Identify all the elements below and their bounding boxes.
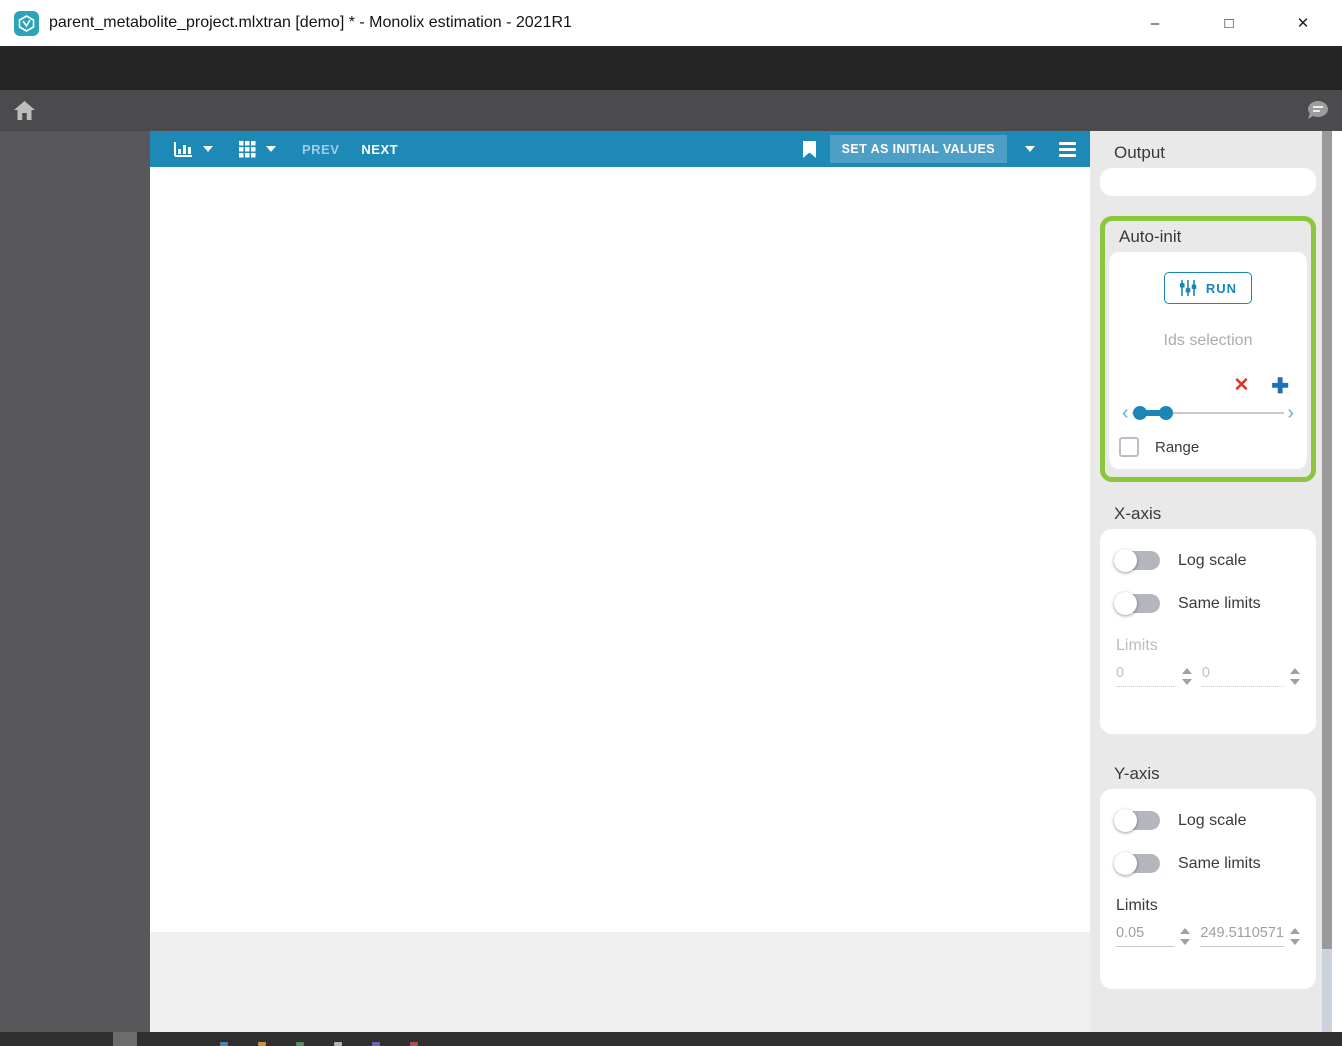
x-limit-min-input[interactable]: 0 <box>1116 665 1176 687</box>
menu-bar <box>0 46 1342 90</box>
chat-bubble-icon[interactable] <box>1304 100 1330 122</box>
home-tab[interactable] <box>0 90 48 131</box>
x-same-limits-toggle[interactable] <box>1114 592 1160 615</box>
id-range-slider[interactable]: ‹ › <box>1119 403 1297 423</box>
x-axis-section: X-axis Log scale Same limits Limits 0 0 <box>1100 504 1316 734</box>
x-limit-max-input[interactable]: 0 <box>1201 665 1284 687</box>
range-checkbox[interactable]: ✓ <box>1119 437 1139 457</box>
y-log-scale-toggle[interactable] <box>1114 809 1160 832</box>
vertical-scrollbar[interactable] <box>1322 131 1332 1032</box>
ids-selection-label: Ids selection <box>1163 332 1253 349</box>
y-same-limits-label: Same limits <box>1178 854 1261 872</box>
output-card <box>1100 168 1316 196</box>
prev-page-button[interactable]: PREV <box>302 142 339 157</box>
x-log-scale-toggle[interactable] <box>1114 549 1160 572</box>
set-as-initial-values-button[interactable]: SET AS INITIAL VALUES <box>829 135 1007 163</box>
y-limit-min-stepper[interactable] <box>1180 927 1191 945</box>
taskbar-active-app <box>113 1032 137 1046</box>
chevron-down-icon <box>203 146 213 152</box>
taskbar <box>0 1032 1342 1046</box>
output-section-title: Output <box>1114 143 1166 162</box>
title-bar: parent_metabolite_project.mlxtran [demo]… <box>0 0 1342 46</box>
x-log-scale-label: Log scale <box>1178 551 1247 569</box>
subject-plots-grid <box>150 167 1090 932</box>
y-limit-max-stepper[interactable] <box>1290 927 1300 945</box>
scrollbar-thumb[interactable] <box>1322 131 1332 949</box>
slider-handle-max[interactable] <box>1159 406 1174 420</box>
x-limits-label: Limits <box>1116 637 1158 654</box>
set-values-dropdown-icon[interactable] <box>1025 146 1035 152</box>
parameter-row <box>150 932 1090 1032</box>
left-sidebar <box>0 131 150 1032</box>
minimize-button[interactable]: – <box>1144 15 1166 32</box>
y-log-scale-label: Log scale <box>1178 811 1247 829</box>
menu-hamburger-icon[interactable] <box>1059 141 1076 157</box>
clear-selection-icon[interactable]: ✕ <box>1233 376 1249 397</box>
next-page-button[interactable]: NEXT <box>361 142 398 157</box>
monolix-logo-icon <box>14 10 39 36</box>
y-axis-section: Y-axis Log scale Same limits Limits 0.05 <box>1100 764 1316 989</box>
slider-handle-min[interactable] <box>1133 406 1148 420</box>
x-axis-section-title: X-axis <box>1114 504 1162 523</box>
auto-init-card: RUN Ids selection ✕ ✚ ‹ › ✓ Range <box>1109 252 1307 469</box>
grid-icon <box>239 140 256 157</box>
y-limits-label: Limits <box>1116 897 1158 914</box>
run-button-label: RUN <box>1205 280 1238 296</box>
x-limit-max-stepper[interactable] <box>1290 667 1300 685</box>
tab-bar <box>0 90 1342 131</box>
window-title: parent_metabolite_project.mlxtran [demo]… <box>49 14 572 31</box>
add-selection-icon[interactable]: ✚ <box>1271 376 1289 397</box>
slider-right-chevron-icon[interactable]: › <box>1284 403 1297 423</box>
monolix-window: parent_metabolite_project.mlxtran [demo]… <box>0 0 1342 1046</box>
home-icon <box>13 101 35 120</box>
bar-chart-icon <box>174 142 192 157</box>
plot-type-dropdown[interactable] <box>174 141 213 157</box>
y-limit-max-input[interactable]: 249.5110571 <box>1200 925 1284 947</box>
x-same-limits-label: Same limits <box>1178 594 1261 612</box>
close-button[interactable]: ✕ <box>1292 14 1314 32</box>
y-same-limits-toggle[interactable] <box>1114 852 1160 875</box>
run-button[interactable]: RUN <box>1163 272 1253 304</box>
bookmark-icon[interactable] <box>802 140 816 158</box>
maximize-button[interactable]: □ <box>1218 15 1240 32</box>
settings-panel: Output Auto-init RUN Ids selection ✕ ✚ ‹… <box>1090 131 1322 1032</box>
run-sliders-icon <box>1179 280 1197 296</box>
slider-left-chevron-icon[interactable]: ‹ <box>1119 403 1132 423</box>
grid-layout-dropdown[interactable] <box>239 140 276 158</box>
chevron-down-icon <box>266 146 276 152</box>
plot-toolbar: PREV NEXT SET AS INITIAL VALUES <box>150 131 1090 167</box>
x-limit-min-stepper[interactable] <box>1181 667 1192 685</box>
y-limit-min-input[interactable]: 0.05 <box>1116 925 1175 947</box>
range-label: Range <box>1155 438 1200 456</box>
y-axis-section-title: Y-axis <box>1114 764 1160 783</box>
auto-init-section-title: Auto-init <box>1119 227 1182 246</box>
auto-init-highlight: Auto-init RUN Ids selection ✕ ✚ ‹ › ✓ Ra… <box>1100 216 1316 482</box>
